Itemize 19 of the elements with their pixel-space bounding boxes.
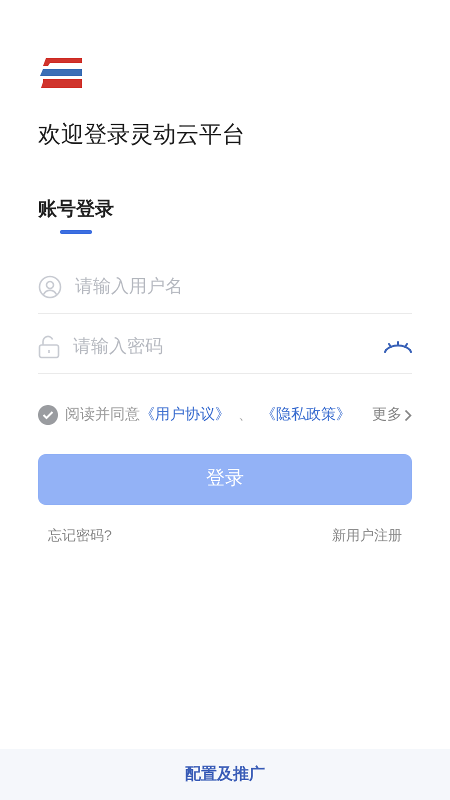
chevron-right-icon — [404, 408, 412, 422]
username-field[interactable]: 请输入用户名 — [75, 273, 412, 300]
welcome-title: 欢迎登录灵动云平台 — [38, 120, 246, 149]
agree-checkbox[interactable] — [38, 405, 58, 426]
check-icon — [42, 410, 54, 420]
logo-icon — [40, 58, 83, 88]
config-promo-link[interactable]: 配置及推广 — [185, 762, 265, 786]
account-login-tab[interactable]: 账号登录 — [38, 197, 114, 234]
user-agreement-link[interactable]: 《用户协议》 — [140, 404, 230, 426]
forgot-password-link[interactable]: 忘记密码? — [48, 524, 112, 546]
separator-text: 、 — [238, 405, 253, 425]
agreement-text: 阅读并同意 — [65, 405, 140, 425]
register-link[interactable]: 新用户注册 — [332, 524, 402, 546]
privacy-policy-link[interactable]: 《隐私政策》 — [261, 404, 351, 426]
more-button[interactable]: 更多 — [372, 404, 412, 426]
eye-closed-icon[interactable] — [384, 340, 412, 354]
lock-icon — [38, 334, 60, 358]
password-field[interactable]: 请输入密码 — [73, 333, 371, 360]
user-icon — [38, 274, 62, 298]
